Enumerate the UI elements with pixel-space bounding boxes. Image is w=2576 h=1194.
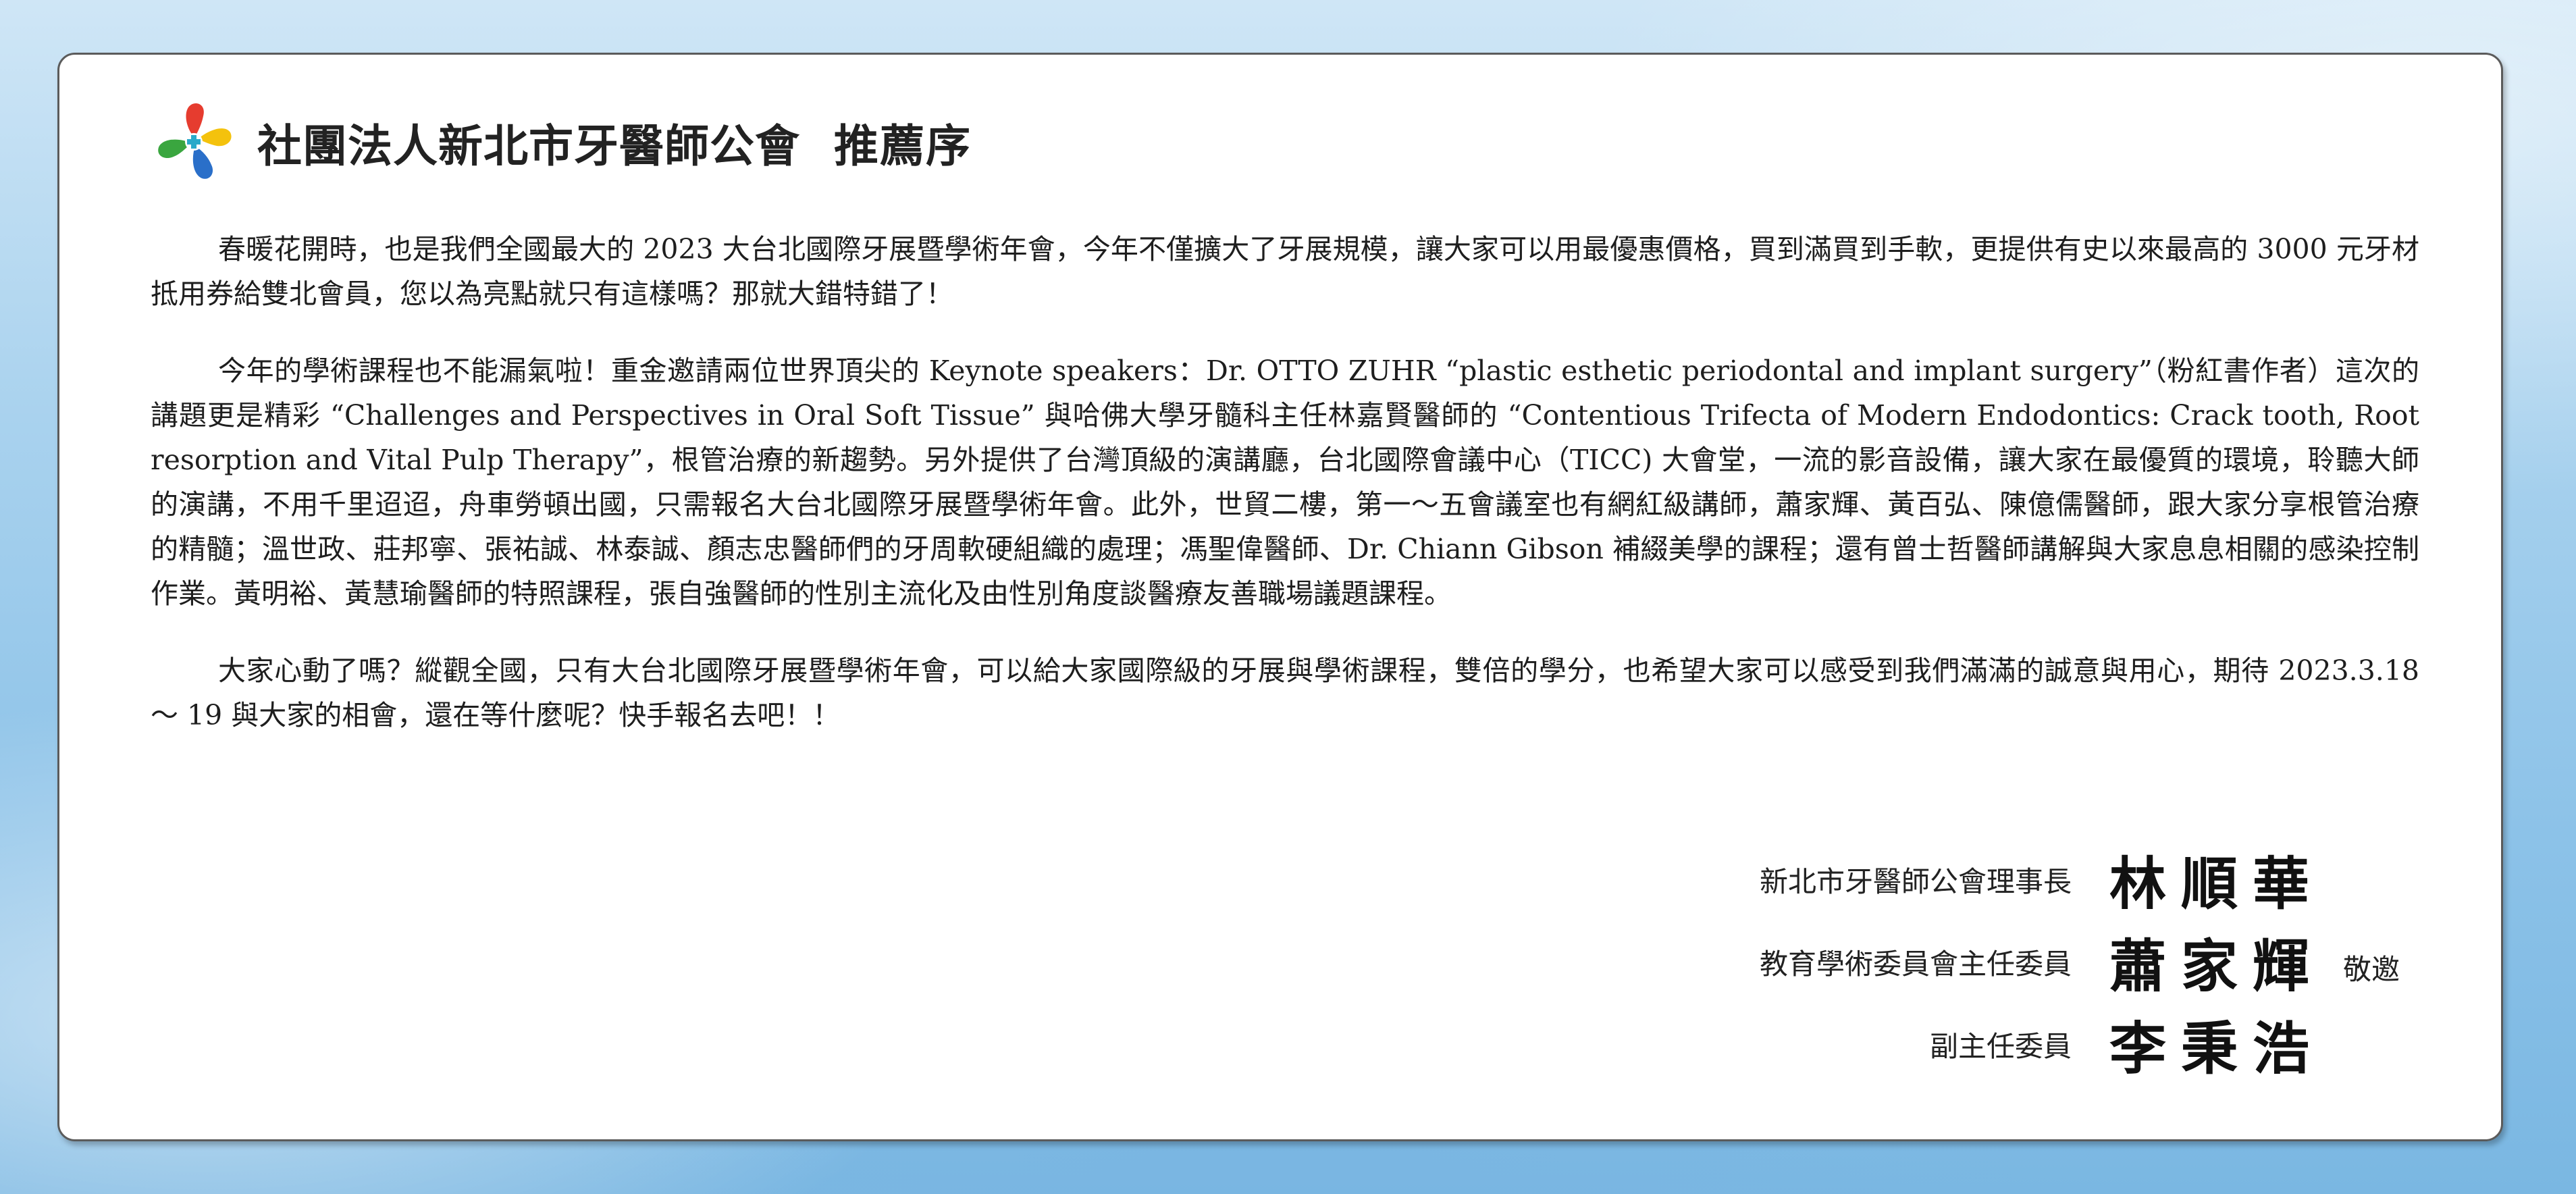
letter-header: 社團法人新北市牙醫師公會 推薦序 bbox=[151, 92, 972, 193]
paragraph-1: 春暖花開時，也是我們全國最大的 2023 大台北國際牙展暨學術年會，今年不僅擴大… bbox=[151, 233, 2419, 310]
paragraph-2: 今年的學術課程也不能漏氣啦！重金邀請兩位世界頂尖的 Keynote speake… bbox=[151, 355, 2419, 610]
signer-title: 教育學術委員會主任委員 bbox=[1759, 947, 2072, 981]
signature-row: 新北市牙醫師公會理事長 林順華 bbox=[1760, 838, 2400, 920]
signature-block: 新北市牙醫師公會理事長 林順華 教育學術委員會主任委員 蕭家輝 敬邀 副主任委員… bbox=[1760, 838, 2400, 1085]
signer-title: 新北市牙醫師公會理事長 bbox=[1759, 864, 2072, 898]
clover-tooth-logo-icon bbox=[158, 103, 232, 179]
signer-name: 李秉浩 bbox=[2109, 1014, 2325, 1082]
signature-row: 教育學術委員會主任委員 蕭家輝 敬邀 bbox=[1760, 920, 2400, 1003]
paragraph-3: 大家心動了嗎？縱觀全國，只有大台北國際牙展暨學術年會，可以給大家國際級的牙展與學… bbox=[151, 654, 2419, 731]
signature-row: 副主任委員 李秉浩 bbox=[1760, 1003, 2400, 1085]
signer-name: 林順華 bbox=[2109, 850, 2325, 917]
signer-name: 蕭家輝 bbox=[2109, 932, 2325, 1000]
document-title: 推薦序 bbox=[834, 120, 972, 172]
organization-name: 社團法人新北市牙醫師公會 bbox=[257, 120, 800, 172]
letter-body: 春暖花開時，也是我們全國最大的 2023 大台北國際牙展暨學術年會，今年不僅擴大… bbox=[151, 227, 2419, 770]
letter-card: 社團法人新北市牙醫師公會 推薦序 春暖花開時，也是我們全國最大的 2023 大台… bbox=[57, 53, 2503, 1141]
signer-suffix: 敬邀 bbox=[2342, 952, 2400, 986]
signer-title: 副主任委員 bbox=[1929, 1029, 2072, 1063]
